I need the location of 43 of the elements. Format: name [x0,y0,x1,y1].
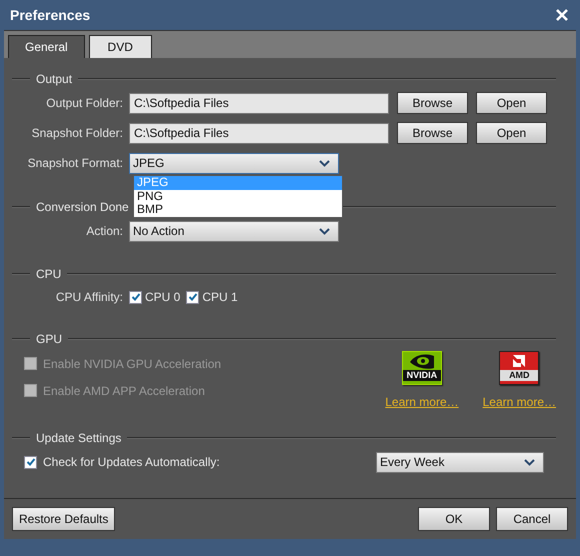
field-label: Action: [85,223,124,240]
checkbox-label: CPU 1 [202,289,238,306]
dropdown-option[interactable]: PNG [134,190,342,203]
window-title: Preferences [10,6,90,24]
caret-icon [524,458,535,466]
logo-text: NVIDIA [402,370,441,381]
caret-icon [319,228,330,234]
learn-more-link[interactable]: Learn more… [482,393,556,411]
tab[interactable]: DVD [88,35,152,58]
tab[interactable]: General [8,35,85,58]
checkbox[interactable] [186,290,200,304]
field-label: Output Folder: [45,95,124,112]
dialog-button[interactable]: Cancel [496,507,568,531]
caret-icon [319,160,330,166]
dropdown[interactable]: No Action [129,220,339,242]
field-label: CPU Affinity: [54,289,124,306]
field-label: Snapshot Folder: [30,125,124,142]
dialog-button[interactable]: OK [418,507,490,531]
close-icon[interactable] [556,9,568,21]
field-label: Snapshot Format: [26,155,124,172]
section-heading: CPU [36,266,62,283]
checkbox-label: Check for Updates Automatically: [43,454,220,471]
section-heading: Output [36,71,72,88]
dropdown[interactable]: JPEG [129,152,339,174]
checkbox[interactable] [129,290,142,304]
dialog-button[interactable]: Browse [397,92,468,114]
logo-text: AMD [500,370,538,381]
checkbox[interactable] [24,456,37,468]
dialog-button[interactable]: Browse [397,122,468,144]
folder-field[interactable]: C:\Softpedia Files [129,92,389,114]
section-heading: Update Settings [36,430,122,447]
learn-more-link[interactable]: Learn more… [385,393,459,411]
dropdown[interactable]: Every Week [376,452,544,472]
checkbox-label: CPU 0 [145,289,180,306]
dropdown-option[interactable]: BMP [134,203,342,216]
dialog-button[interactable]: Open [476,92,547,114]
section-heading: GPU [36,331,62,348]
checkbox-label: Enable NVIDIA GPU Acceleration [43,356,222,372]
folder-field[interactable]: C:\Softpedia Files [129,122,389,144]
dialog-button[interactable]: Restore Defaults [12,507,116,531]
checkbox-label: Enable AMD APP Acceleration [43,382,205,400]
section-heading: Conversion Done [36,199,129,216]
dialog-button[interactable]: Open [476,122,547,144]
